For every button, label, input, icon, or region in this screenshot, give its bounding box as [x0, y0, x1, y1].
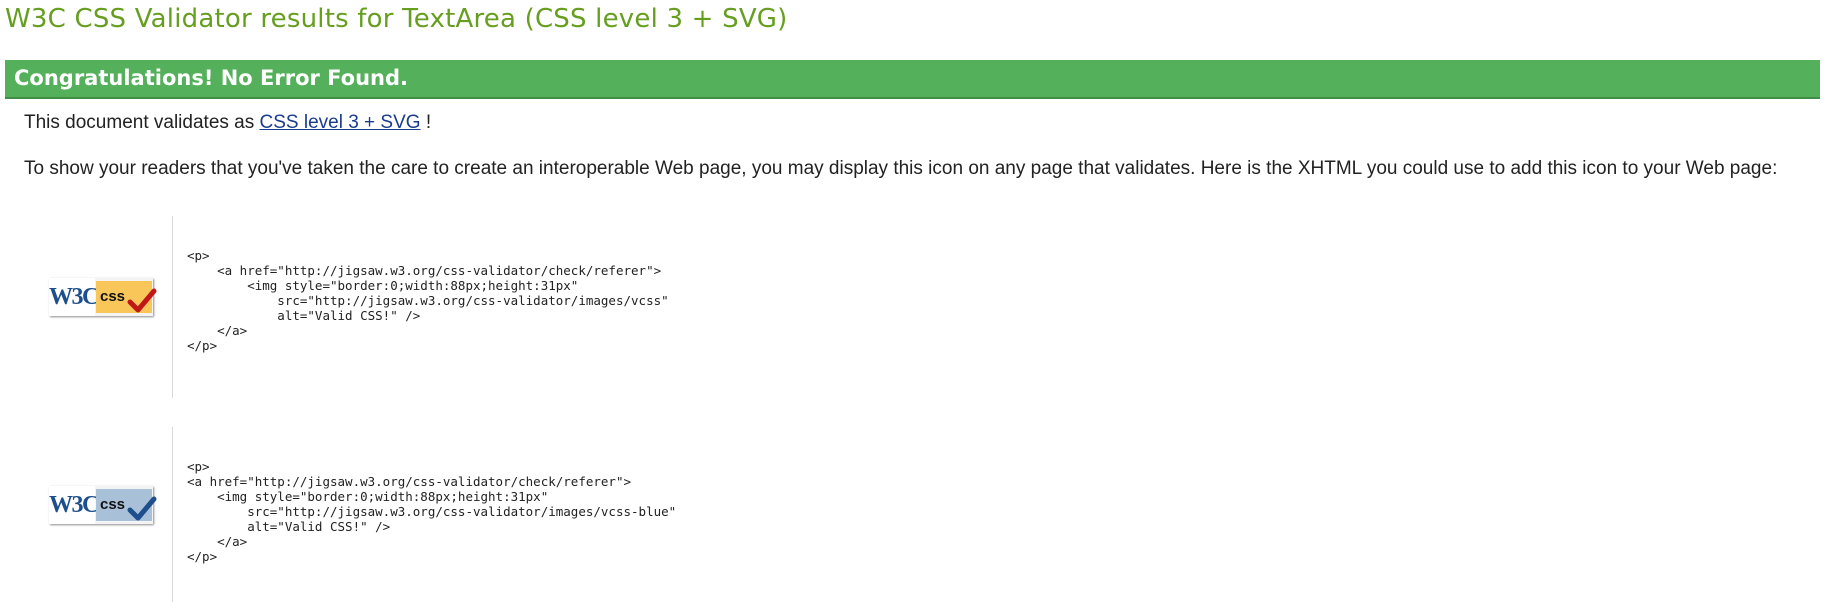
- success-banner: Congratulations! No Error Found.: [5, 60, 1820, 99]
- page-title: W3C CSS Validator results for TextArea (…: [5, 4, 788, 34]
- validation-statement: This document validates as CSS level 3 +…: [24, 110, 431, 136]
- w3c-css-valid-gold-icon: W3C css: [49, 278, 157, 316]
- badge-code-snippet-blue: <p> <a href="http://jigsaw.w3.org/css-va…: [172, 427, 676, 602]
- validation-suffix: !: [420, 112, 432, 133]
- badge-w3c-label: W3C: [49, 278, 99, 316]
- badge-code-snippet-gold: <p> <a href="http://jigsaw.w3.org/css-va…: [172, 216, 669, 398]
- badge-option-gold: W3C css <p> <a href="http://jigsaw.w3.or…: [24, 216, 1814, 398]
- badge-info-text: To show your readers that you've taken t…: [24, 158, 1778, 179]
- success-banner-text: Congratulations! No Error Found.: [14, 66, 409, 90]
- checkmark-icon: [127, 288, 157, 313]
- badge-w3c-label: W3C: [49, 486, 99, 524]
- code-text: <p> <a href="http://jigsaw.w3.org/css-va…: [187, 459, 677, 564]
- code-text: <p> <a href="http://jigsaw.w3.org/css-va…: [187, 248, 669, 353]
- checkmark-icon: [127, 496, 157, 521]
- badge-option-blue: W3C css <p> <a href="http://jigsaw.w3.or…: [24, 427, 1814, 602]
- validation-prefix: This document validates as: [24, 112, 260, 133]
- css-profile-link[interactable]: CSS level 3 + SVG: [260, 112, 421, 133]
- w3c-css-valid-blue-icon: W3C css: [49, 486, 157, 524]
